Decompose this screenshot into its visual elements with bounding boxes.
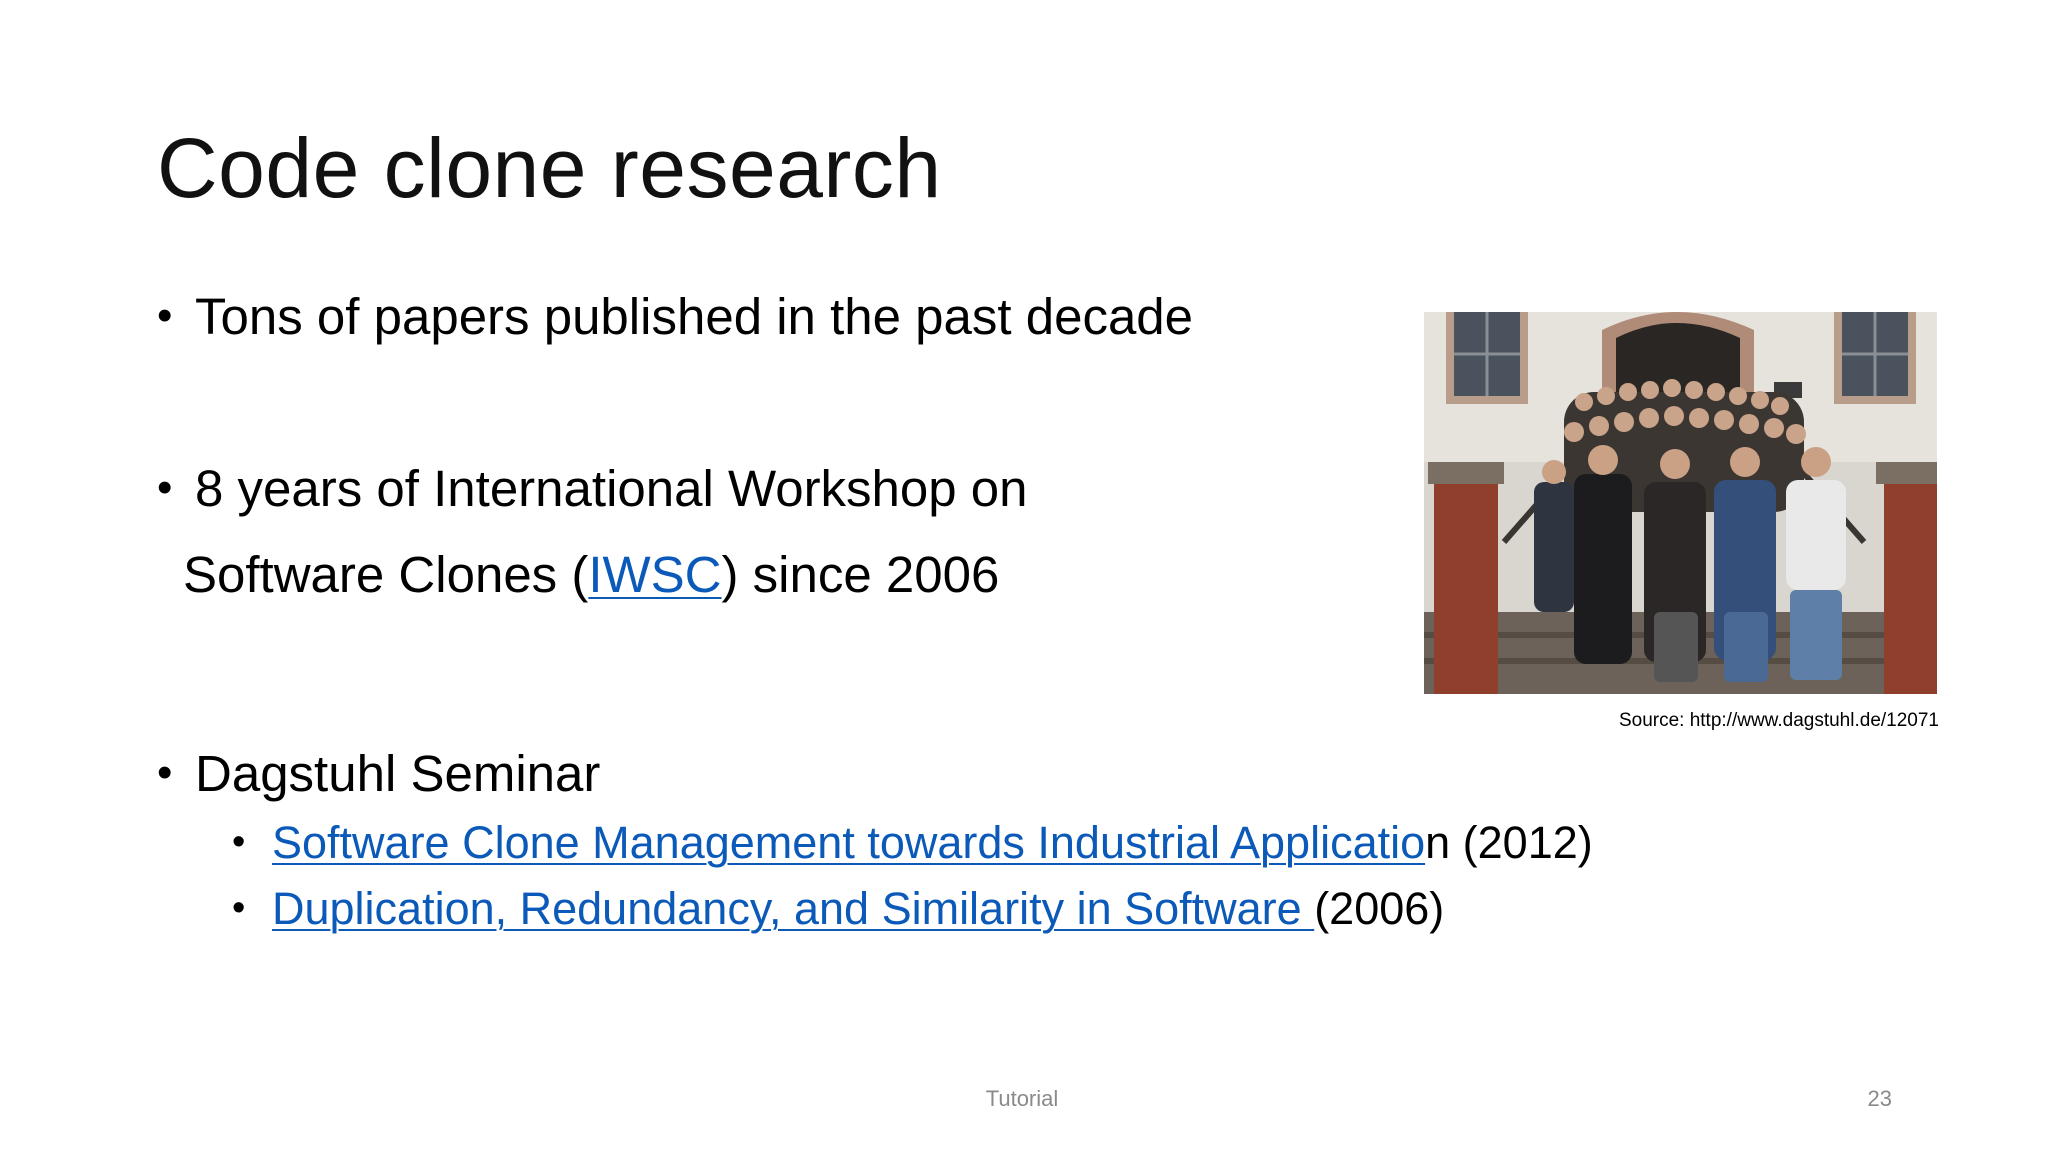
sub-bullet-marker: • (232, 821, 246, 863)
footer-label: Tutorial (985, 1086, 1059, 1111)
group-photo-image (1424, 312, 1937, 694)
bullet-iwsc: • 8 years of International Workshop on (157, 458, 1028, 519)
bullet-iwsc-continuation: Software Clones (IWSC) since 2006 (183, 544, 999, 605)
slide: Code clone research • Tons of papers publ… (0, 0, 2048, 1152)
duplication-year: (2006) (1314, 883, 1445, 934)
sub-bullet-duplication: • Duplication, Redundancy, and Similarity… (232, 882, 1444, 936)
group-photo (1424, 312, 1937, 694)
bullet-marker: • (157, 463, 173, 512)
page-number: 23 (1867, 1086, 1892, 1111)
clone-management-link[interactable]: Software Clone Management towards Indust… (272, 817, 1425, 868)
slide-title: Code clone research (157, 121, 942, 215)
bullet-papers-text: Tons of papers published in the past dec… (195, 288, 1194, 345)
clone-management-year: n (2012) (1425, 817, 1593, 868)
iwsc-link[interactable]: IWSC (588, 546, 721, 603)
bullet-dagstuhl: • Dagstuhl Seminar (157, 743, 600, 804)
sub-bullet-clone-management: • Software Clone Management towards Indus… (232, 816, 1593, 870)
bullet-dagstuhl-text: Dagstuhl Seminar (195, 745, 601, 802)
duplication-link[interactable]: Duplication, Redundancy, and Similarity … (272, 883, 1314, 934)
iwsc-suffix-text: ) since 2006 (721, 546, 1000, 603)
bullet-marker: • (157, 748, 173, 797)
iwsc-prefix-text: Software Clones ( (183, 546, 589, 603)
image-source-caption: Source: http://www.dagstuhl.de/12071 (1618, 710, 1939, 731)
bullet-papers: • Tons of papers published in the past de… (157, 286, 1193, 347)
bullet-iwsc-text: 8 years of International Workshop on (195, 460, 1028, 517)
bullet-marker: • (157, 291, 173, 340)
sub-bullet-marker: • (232, 887, 246, 929)
